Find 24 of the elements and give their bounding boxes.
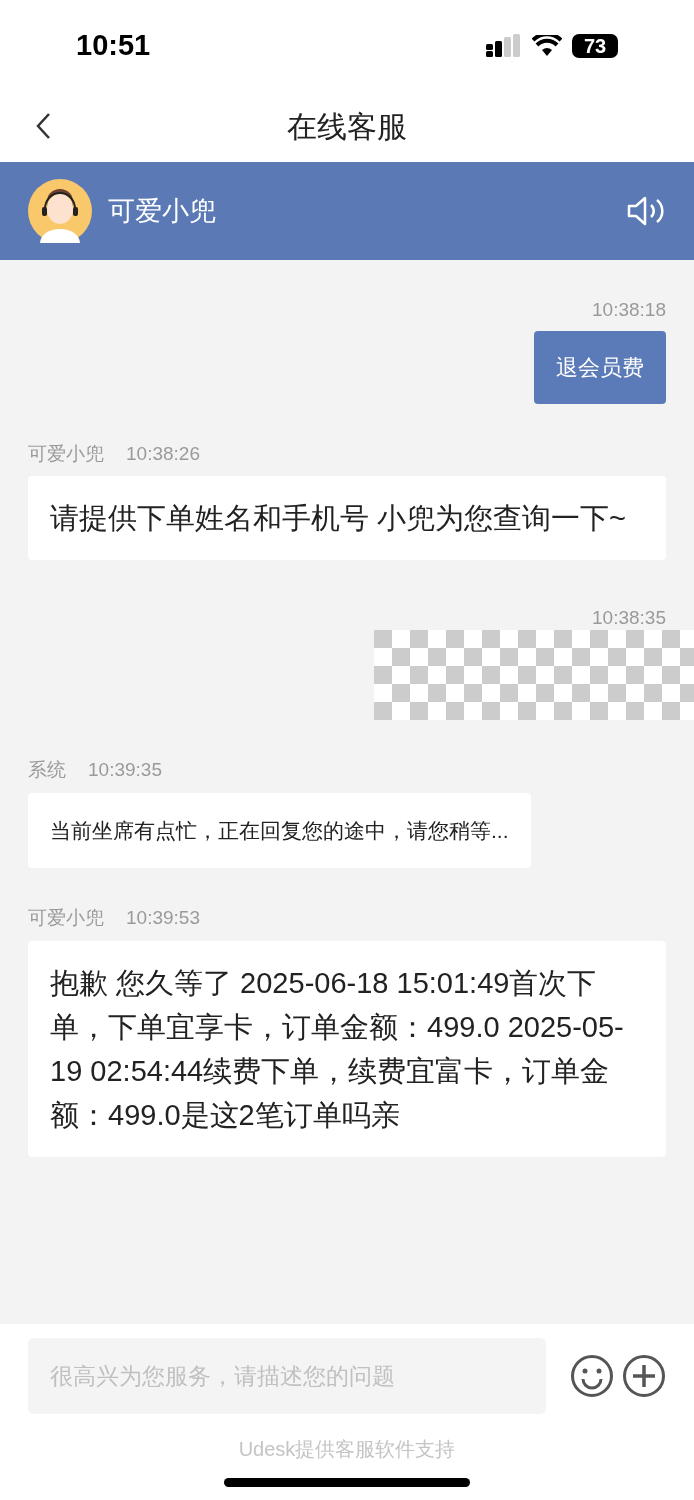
battery-indicator: 73 xyxy=(572,34,618,58)
received-message-bubble: 抱歉 您久等了 2025-06-18 15:01:49首次下单，下单宜享卡，订单金额：499.0 2025-05-19 02:54:44续费下单，续费宜富卡，订单金额：499.0是这2笔订单吗亲 xyxy=(28,940,666,1157)
emoji-icon[interactable] xyxy=(570,1354,614,1398)
back-icon[interactable] xyxy=(34,112,52,140)
received-message-bubble: 请提供下单姓名和手机号 小兜为您查询一下~ xyxy=(28,476,666,560)
message-time: 10:39:35 xyxy=(88,758,162,782)
sent-message-bubble: 退会员费 xyxy=(534,330,666,404)
sender-name: 可爱小兜 xyxy=(28,906,104,930)
wifi-icon xyxy=(532,35,562,57)
system-message-bubble: 当前坐席有点忙，正在回复您的途中，请您稍等... xyxy=(28,792,531,868)
speaker-icon[interactable] xyxy=(626,195,666,227)
status-time: 10:51 xyxy=(76,28,151,64)
signal-icon xyxy=(486,34,522,58)
message-time: 10:38:35 xyxy=(592,606,666,630)
sender-name: 系统 xyxy=(28,758,66,782)
message-time: 10:38:18 xyxy=(592,298,666,322)
add-icon[interactable] xyxy=(622,1354,666,1398)
message-time: 10:39:53 xyxy=(126,906,200,930)
sender-name: 可爱小兜 xyxy=(28,441,104,466)
agent-name: 可爱小兜 xyxy=(108,194,216,228)
page-title: 在线客服 xyxy=(287,108,407,145)
footer-note: Udesk提供客服软件支持 xyxy=(238,1437,456,1462)
message-time: 10:38:26 xyxy=(126,441,200,466)
agent-avatar xyxy=(28,179,92,243)
